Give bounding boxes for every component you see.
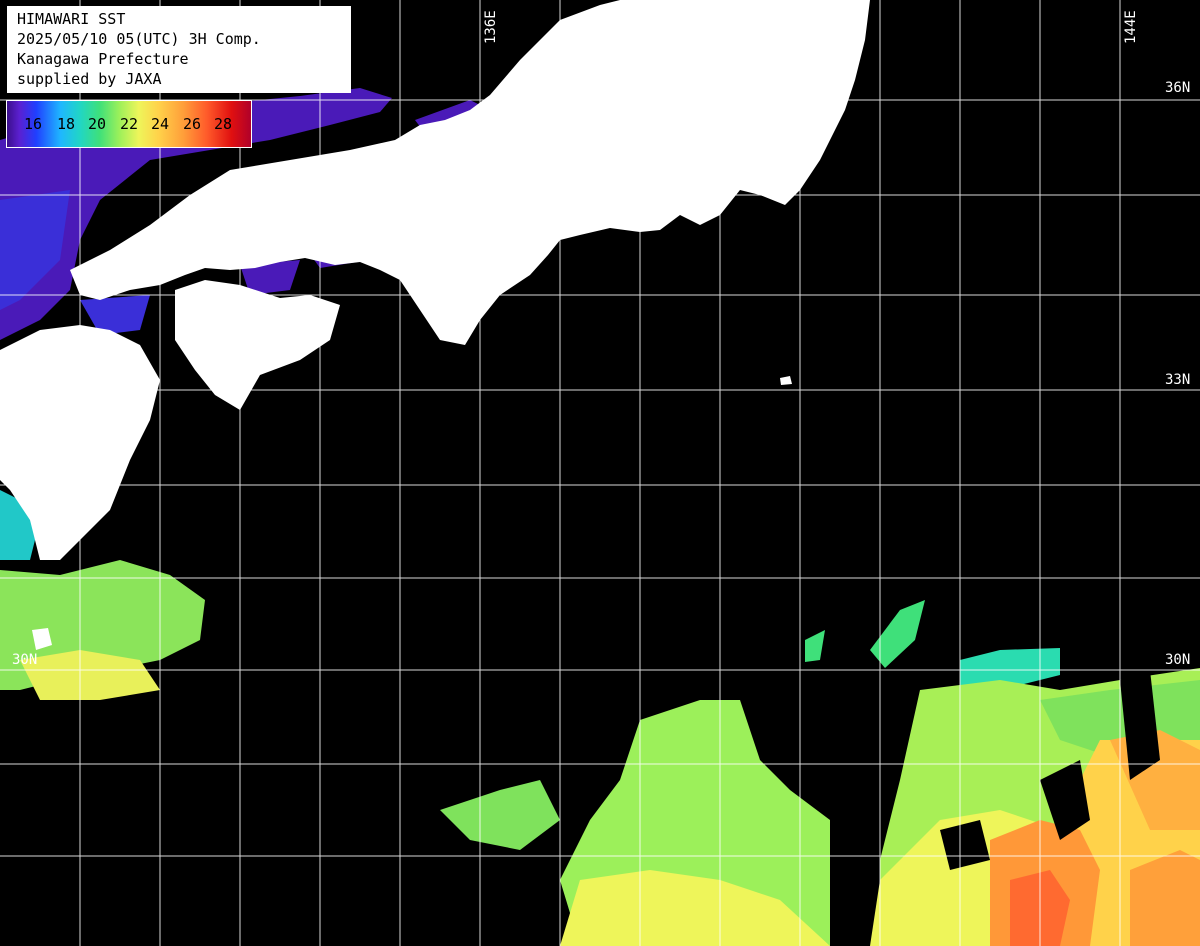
product-title: HIMAWARI SST bbox=[17, 10, 126, 28]
colorbar-tick-26: 26 bbox=[183, 115, 202, 133]
sst-map: HIMAWARI SST 2025/05/10 05(UTC) 3H Comp.… bbox=[0, 0, 1200, 946]
colorbar-tick-24: 24 bbox=[151, 115, 170, 133]
latitude-label-30n-right: 30N bbox=[1165, 652, 1191, 668]
colorbar-tick-28: 28 bbox=[214, 115, 233, 133]
latitude-label-33n: 33N bbox=[1165, 372, 1191, 388]
colorbar-tick-22: 22 bbox=[120, 115, 139, 133]
colorbar-tick-18: 18 bbox=[57, 115, 76, 133]
map-info-box: HIMAWARI SST 2025/05/10 05(UTC) 3H Comp.… bbox=[7, 6, 351, 93]
region-name: Kanagawa Prefecture bbox=[17, 50, 189, 68]
latitude-label-30n-left: 30N bbox=[12, 652, 38, 668]
timestamp: 2025/05/10 05(UTC) 3H Comp. bbox=[17, 30, 261, 48]
colorbar-tick-16: 16 bbox=[24, 115, 43, 133]
data-provider: supplied by JAXA bbox=[17, 70, 162, 88]
temperature-colorbar: 16 18 20 22 24 26 28 bbox=[6, 100, 252, 148]
colorbar-tick-20: 20 bbox=[88, 115, 107, 133]
longitude-label-144e: 144E bbox=[1123, 10, 1139, 44]
latitude-label-36n: 36N bbox=[1165, 80, 1191, 96]
longitude-label-136e: 136E bbox=[483, 10, 499, 44]
